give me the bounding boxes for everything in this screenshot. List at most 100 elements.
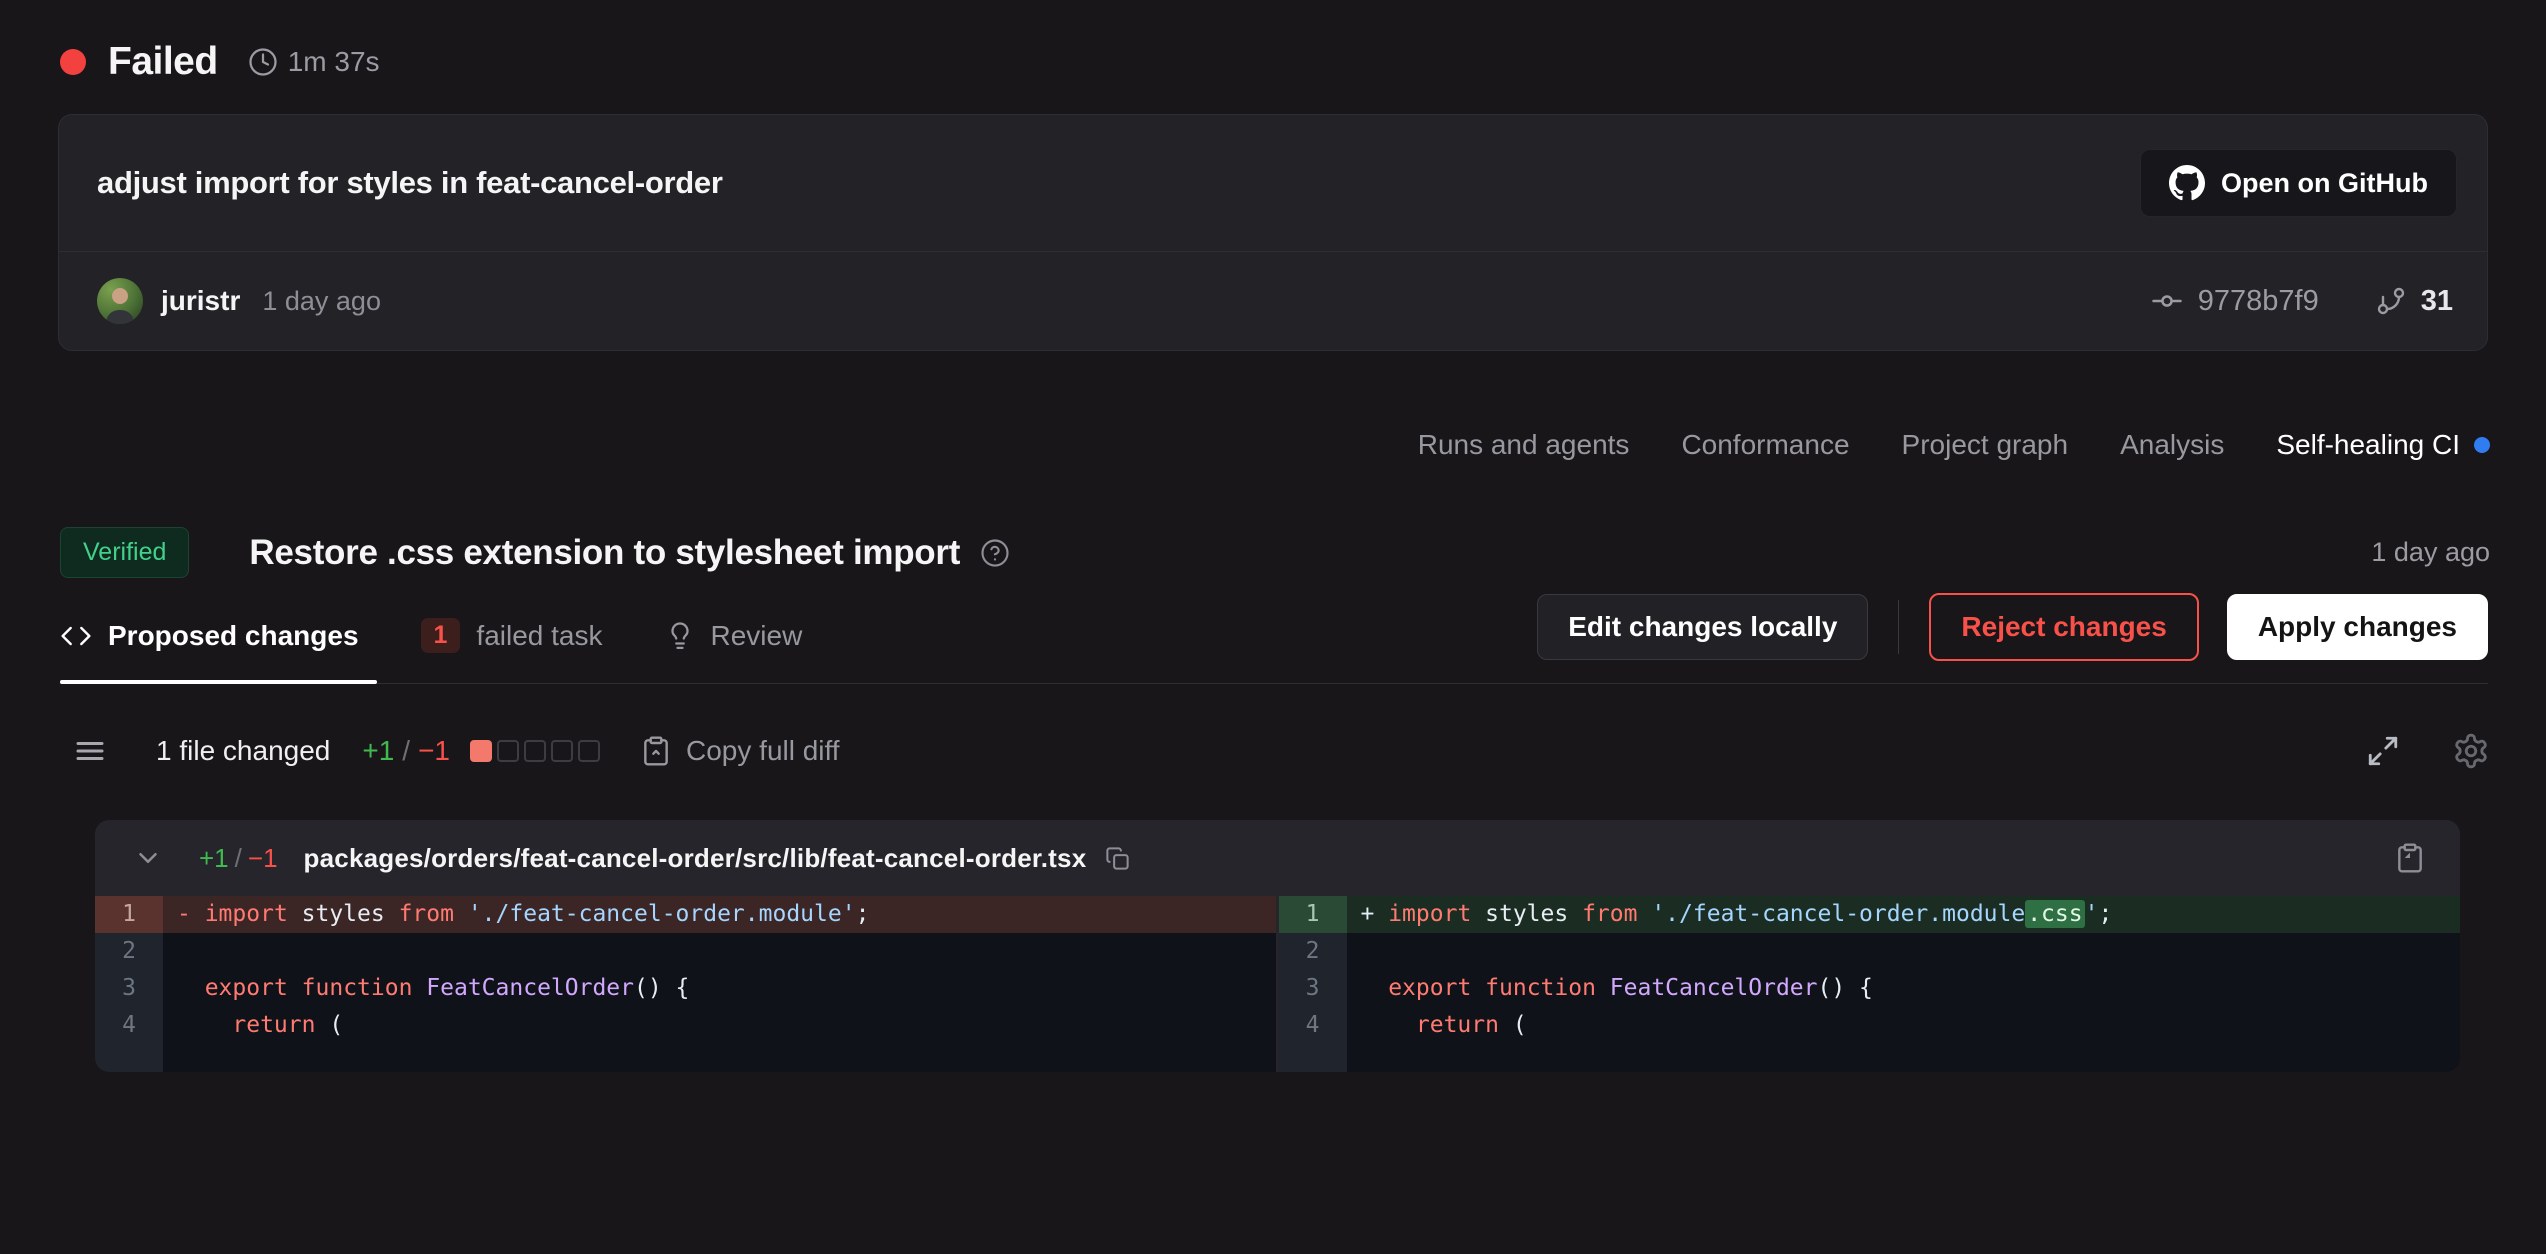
files-changed-label: 1 file changed [156, 735, 330, 767]
commit-card: adjust import for styles in feat-cancel-… [58, 114, 2488, 351]
diff-line: 2 [95, 933, 1276, 970]
diff-pane-after: 1+ import styles from './feat-cancel-ord… [1278, 896, 2461, 1072]
commit-hash[interactable]: 9778b7f9 [2150, 284, 2319, 318]
commit-card-footer: juristr 1 day ago 9778b7f9 31 [59, 252, 2487, 350]
clock-icon [248, 47, 278, 77]
diff-ratio-meter [470, 740, 600, 762]
diff-line: 1- import styles from './feat-cancel-ord… [95, 896, 1276, 933]
deletions-count: −1 [418, 735, 450, 767]
actions-divider [1898, 600, 1899, 654]
line-number: 2 [1279, 933, 1347, 970]
avatar [97, 278, 143, 324]
tab-review[interactable]: Review [665, 594, 807, 682]
active-nav-dot [2474, 437, 2490, 453]
fix-time: 1 day ago [2371, 537, 2490, 568]
nav-project-graph[interactable]: Project graph [1902, 429, 2069, 461]
code-line: + import styles from './feat-cancel-orde… [1347, 896, 2461, 933]
edit-changes-locally-button[interactable]: Edit changes locally [1537, 594, 1868, 660]
fix-heading-row: Verified Restore .css extension to style… [0, 461, 2546, 578]
copy-file-diff-icon[interactable] [2394, 842, 2426, 874]
help-icon[interactable] [980, 538, 1010, 568]
diff-toolbar: 1 file changed +1 / −1 Copy full diff [72, 732, 2490, 770]
nav-analysis[interactable]: Analysis [2120, 429, 2224, 461]
line-number: 2 [95, 933, 163, 970]
tab-proposed-changes[interactable]: Proposed changes [60, 594, 363, 682]
line-number: 4 [1279, 1007, 1347, 1044]
github-button-label: Open on GitHub [2221, 168, 2428, 199]
nav-runs-and-agents[interactable]: Runs and agents [1418, 429, 1630, 461]
apply-changes-button[interactable]: Apply changes [2227, 594, 2488, 660]
code-line: return ( [163, 1007, 1276, 1044]
fix-actions: Edit changes locally Reject changes Appl… [1537, 593, 2488, 683]
diff-file-header: +1 / −1 packages/orders/feat-cancel-orde… [95, 820, 2460, 896]
copy-full-diff-label: Copy full diff [686, 735, 840, 767]
fix-title: Restore .css extension to stylesheet imp… [249, 533, 960, 573]
tabs: Proposed changes 1 failed task Review [60, 592, 806, 683]
file-deletions: −1 [248, 843, 278, 874]
diff-line: 4 return ( [1279, 1007, 2461, 1044]
code-line [1347, 933, 2461, 970]
meter-box [470, 740, 492, 762]
meter-box [578, 740, 600, 762]
duration: 1m 37s [248, 46, 380, 78]
self-healing-ci-page: Failed 1m 37s adjust import for styles i… [0, 0, 2546, 1254]
line-number: 3 [1279, 970, 1347, 1007]
line-number: 1 [1279, 896, 1347, 933]
gear-icon[interactable] [2452, 732, 2490, 770]
code-line: - import styles from './feat-cancel-orde… [163, 896, 1276, 933]
expand-icon[interactable] [2366, 734, 2400, 768]
duration-value: 1m 37s [288, 46, 380, 78]
commit-message: adjust import for styles in feat-cancel-… [97, 165, 723, 201]
tab-review-label: Review [711, 620, 803, 652]
failed-status-dot [60, 49, 86, 75]
code-line [163, 933, 1276, 970]
diff-stats: +1 / −1 [362, 735, 450, 767]
file-stats-separator: / [235, 843, 242, 874]
diff-spacer [95, 1044, 1276, 1072]
nav-conformance[interactable]: Conformance [1681, 429, 1849, 461]
file-diff-stats: +1 / −1 [199, 843, 278, 874]
tab-failed-task-label: failed task [476, 620, 602, 652]
diff-line: 2 [1279, 933, 2461, 970]
author-cluster: juristr 1 day ago [97, 278, 381, 324]
author-name[interactable]: juristr [161, 285, 240, 317]
branch-count[interactable]: 31 [2375, 285, 2453, 318]
git-commit-icon [2150, 284, 2184, 318]
file-additions: +1 [199, 843, 229, 874]
status-label: Failed [108, 40, 218, 84]
branch-count-value: 31 [2421, 285, 2453, 318]
diff-spacer [1279, 1044, 2461, 1072]
reject-changes-button[interactable]: Reject changes [1929, 593, 2198, 661]
code-icon [60, 620, 92, 652]
tab-failed-task[interactable]: 1 failed task [421, 592, 607, 683]
code-line: return ( [1347, 1007, 2461, 1044]
copy-path-icon[interactable] [1104, 845, 1131, 872]
nav-self-healing-ci-label: Self-healing CI [2276, 429, 2460, 461]
diff-line: 1+ import styles from './feat-cancel-ord… [1279, 896, 2461, 933]
diff-line: 3 export function FeatCancelOrder() { [1279, 970, 2461, 1007]
clipboard-icon [640, 735, 672, 767]
status-row: Failed 1m 37s [0, 0, 2546, 84]
commit-card-header: adjust import for styles in feat-cancel-… [59, 115, 2487, 252]
verified-badge: Verified [60, 527, 189, 578]
code-line: export function FeatCancelOrder() { [1347, 970, 2461, 1007]
git-branch-icon [2375, 285, 2407, 317]
file-list-menu-icon[interactable] [72, 733, 108, 769]
nav-self-healing-ci[interactable]: Self-healing CI [2276, 429, 2490, 461]
diff-line: 3 export function FeatCancelOrder() { [95, 970, 1276, 1007]
commit-hash-value: 9778b7f9 [2198, 285, 2319, 318]
chevron-down-icon[interactable] [133, 843, 163, 873]
file-path: packages/orders/feat-cancel-order/src/li… [304, 843, 1087, 874]
copy-full-diff-button[interactable]: Copy full diff [640, 735, 840, 767]
github-icon [2169, 165, 2205, 201]
diff-body: 1- import styles from './feat-cancel-ord… [95, 896, 2460, 1072]
diff-card: +1 / −1 packages/orders/feat-cancel-orde… [95, 820, 2460, 1072]
diff-pane-before: 1- import styles from './feat-cancel-ord… [95, 896, 1278, 1072]
tab-proposed-changes-label: Proposed changes [108, 620, 359, 652]
meter-box [524, 740, 546, 762]
additions-count: +1 [362, 735, 394, 767]
open-on-github-button[interactable]: Open on GitHub [2140, 149, 2457, 217]
commit-time: 1 day ago [262, 286, 381, 317]
meter-box [551, 740, 573, 762]
diff-toolbar-right [2366, 732, 2490, 770]
